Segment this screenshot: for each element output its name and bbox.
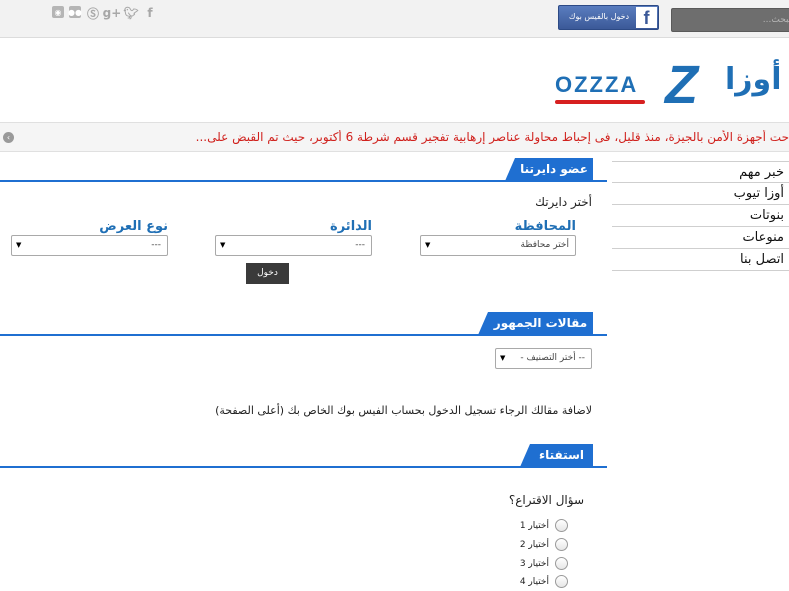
- logo-swoosh: [555, 100, 645, 104]
- display-type-select[interactable]: ▼ ---: [11, 235, 168, 256]
- radio-button[interactable]: [555, 538, 568, 551]
- nav-item-ozzza-tube[interactable]: أوزا تيوب: [612, 183, 789, 205]
- poll-option-label: أختيار 1: [519, 520, 549, 531]
- chevron-down-icon: ▼: [16, 241, 22, 249]
- member-login-button[interactable]: دخول: [246, 263, 289, 284]
- poll-option-2[interactable]: أختيار 2: [520, 538, 568, 551]
- radio-button[interactable]: [555, 519, 568, 532]
- nav-item-girls[interactable]: بنوتات: [612, 205, 789, 227]
- site-logo[interactable]: OZZZA Z أوزا: [555, 55, 789, 116]
- poll-option-4[interactable]: أختيار 4: [520, 575, 568, 588]
- governorate-select[interactable]: ▼ أختر محافظة: [420, 235, 576, 256]
- chevron-down-icon: ▼: [220, 241, 226, 249]
- article-category-select[interactable]: ▼ -- أختر التصنيف -: [495, 348, 592, 369]
- poll-option-label: أختيار 3: [519, 558, 549, 569]
- nav-item-contact[interactable]: اتصل بنا: [612, 249, 789, 271]
- social-links: ◉ ●● Ⓢ g+ 🐦︎ f: [52, 6, 157, 21]
- poll-section-title: استفتاء: [520, 444, 593, 467]
- logo-latin-text: OZZZA: [555, 72, 639, 97]
- logo-z-mark: Z: [665, 55, 698, 115]
- district-select[interactable]: ▼ ---: [215, 235, 372, 256]
- nav-item-important-news[interactable]: خبر مهم: [612, 161, 789, 183]
- poll-option-3[interactable]: أختيار 3: [520, 557, 568, 570]
- flickr-icon[interactable]: ●●: [68, 6, 82, 18]
- twitter-icon[interactable]: 🐦︎: [123, 6, 138, 20]
- googleplus-icon[interactable]: g+: [103, 6, 122, 20]
- ticker-nav-icon[interactable]: ‹: [3, 132, 14, 143]
- poll-question: سؤال الاقتراع؟: [508, 493, 584, 507]
- facebook-login-label: دخول بالفيس بوك: [568, 12, 630, 21]
- governorate-label: المحافظة: [514, 219, 576, 234]
- ticker-headline[interactable]: حت أجهزة الأمن بالجيزة، منذ قليل، فى إحب…: [129, 130, 789, 144]
- member-section-title: عضو دايرتنا: [505, 158, 593, 181]
- articles-section-title: مقالات الجمهور: [478, 312, 593, 335]
- radio-button[interactable]: [555, 575, 568, 588]
- article-category-select-value: -- أختر التصنيف -: [520, 353, 585, 363]
- skype-icon[interactable]: Ⓢ: [86, 6, 100, 21]
- articles-login-note: لاضافة مقالك الرجاء تسجيل الدخول بحساب ا…: [215, 404, 592, 417]
- search-input[interactable]: البحث...: [671, 8, 789, 32]
- district-select-value: ---: [355, 240, 365, 250]
- display-type-label: نوع العرض: [99, 219, 168, 234]
- poll-option-label: أختيار 4: [519, 576, 549, 587]
- news-ticker: ‹ حت أجهزة الأمن بالجيزة، منذ قليل، فى إ…: [0, 122, 789, 152]
- logo-arabic-text: أوزا: [725, 62, 782, 97]
- chevron-down-icon: ▼: [500, 354, 506, 362]
- side-nav: خبر مهم أوزا تيوب بنوتات منوعات اتصل بنا: [612, 161, 789, 271]
- poll-section-line: [0, 466, 607, 468]
- facebook-login-button[interactable]: دخول بالفيس بوك f: [558, 5, 659, 30]
- facebook-icon[interactable]: f: [143, 6, 157, 20]
- governorate-select-value: أختر محافظة: [520, 240, 570, 250]
- radio-button[interactable]: [555, 557, 568, 570]
- rss-icon[interactable]: ◉: [52, 6, 64, 18]
- choose-district-label: أختر دايرتك: [535, 195, 592, 209]
- display-type-select-value: ---: [151, 240, 161, 250]
- nav-item-misc[interactable]: منوعات: [612, 227, 789, 249]
- chevron-down-icon: ▼: [425, 241, 431, 249]
- district-label: الدائرة: [330, 219, 372, 234]
- poll-option-1[interactable]: أختيار 1: [520, 519, 568, 532]
- facebook-logo-icon: f: [636, 7, 657, 28]
- poll-option-label: أختيار 2: [519, 539, 549, 550]
- top-bar: ◉ ●● Ⓢ g+ 🐦︎ f دخول بالفيس بوك f البحث..…: [0, 0, 789, 38]
